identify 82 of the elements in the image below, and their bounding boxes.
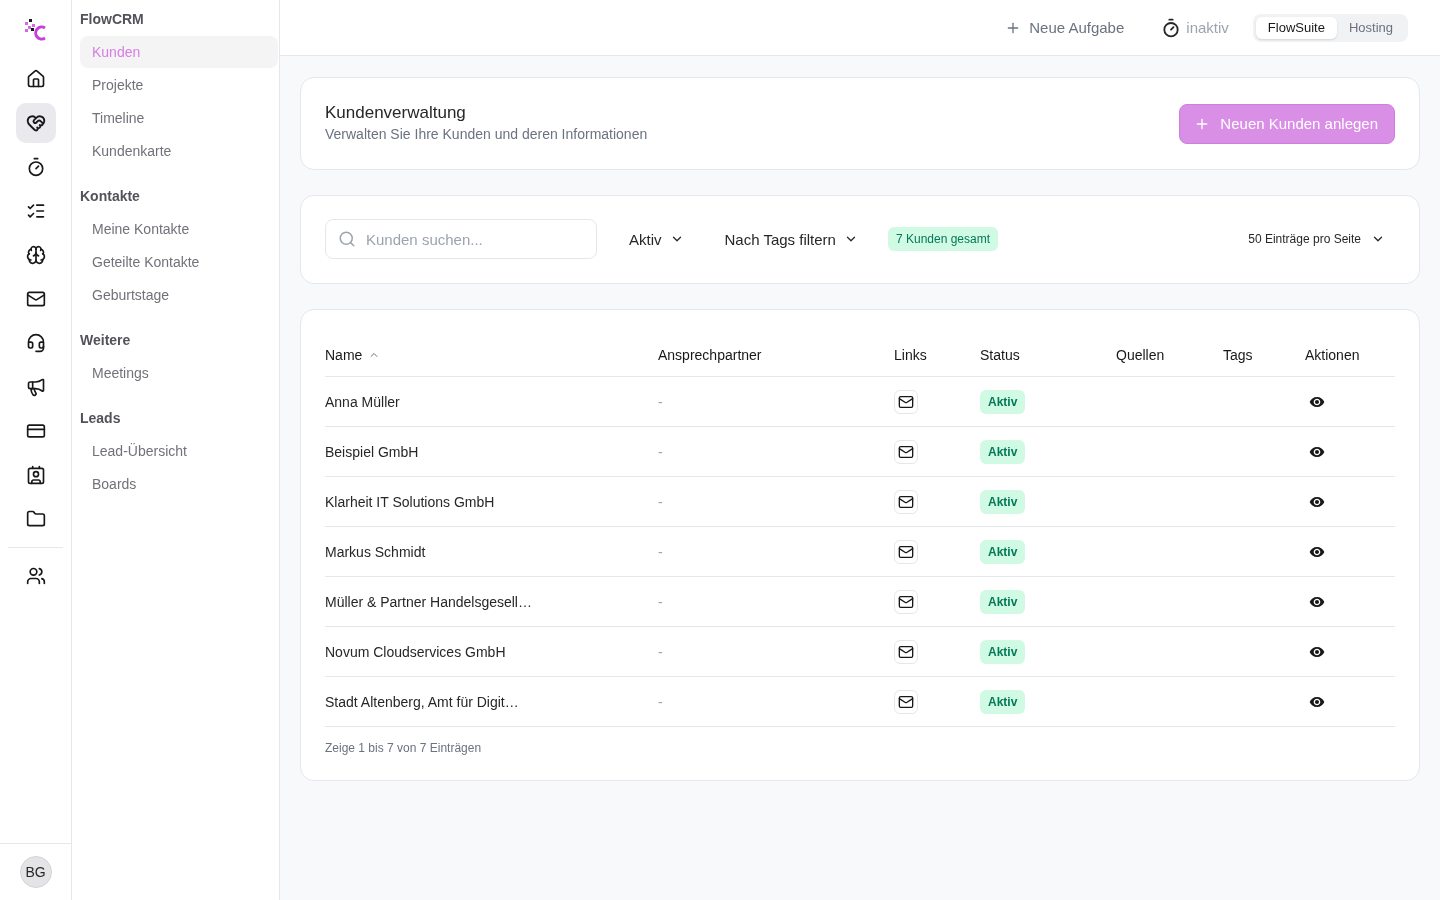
mail-icon — [898, 643, 914, 660]
table-cell: - — [658, 393, 663, 410]
pagination-summary: Zeige 1 bis 7 von 7 Einträgen — [325, 740, 482, 756]
sidebar-item[interactable]: Projekte — [80, 69, 278, 101]
sidebar-item[interactable]: Kundenkarte — [80, 135, 278, 167]
search-field[interactable]: Kunden suchen... — [325, 219, 597, 259]
table-cell: Klarheit IT Solutions GmbH — [325, 493, 495, 510]
status-badge: Aktiv — [980, 639, 1026, 664]
page-size-select[interactable]: 50 Einträge pro Seite — [1248, 232, 1385, 246]
table-cell: - — [658, 543, 663, 560]
page-subtitle: Verwalten Sie Ihre Kunden und deren Informationen — [325, 125, 648, 144]
sidebar-item[interactable]: Timeline — [80, 102, 278, 134]
table-cell: Novum Cloudservices GmbH — [325, 643, 506, 660]
heart-handshake-icon — [25, 113, 46, 133]
table-cell: Stadt Altenberg, Amt für Digit… — [325, 693, 519, 710]
workspace-tab[interactable]: FlowSuite — [1255, 16, 1337, 39]
workspace-tab[interactable]: Hosting — [1336, 16, 1405, 39]
sidebar-item[interactable]: Boards — [80, 468, 278, 500]
mail-icon — [898, 493, 914, 510]
credit-card-icon — [25, 421, 46, 441]
column-header[interactable]: Aktionen — [1305, 346, 1360, 363]
email-link-button[interactable] — [894, 489, 918, 514]
status-badge: Aktiv — [980, 689, 1026, 714]
brain-icon — [25, 245, 46, 265]
table-cell: - — [658, 693, 663, 710]
new-task-button[interactable]: Neue Aufgabe — [1005, 19, 1125, 36]
sidebar-heading: FlowCRM — [80, 10, 144, 29]
page-title: Kundenverwaltung — [325, 102, 466, 124]
sidebar-heading: Kontakte — [80, 187, 140, 206]
table-cell: - — [658, 443, 663, 460]
table-cell: - — [658, 643, 663, 660]
customer-count-badge: 7 Kunden gesamt — [887, 227, 999, 251]
column-header[interactable]: Ansprechpartner — [658, 346, 762, 363]
tag-filter-dropdown[interactable]: Nach Tags filtern — [724, 230, 858, 248]
status-badge: Aktiv — [980, 589, 1026, 614]
headset-icon — [25, 333, 46, 353]
sidebar-item[interactable]: Meetings — [80, 357, 278, 389]
sidebar-item[interactable]: Geteilte Kontakte — [80, 246, 278, 278]
mail-icon — [898, 393, 914, 410]
folder-icon — [25, 509, 46, 529]
column-header[interactable]: Tags — [1223, 346, 1253, 363]
email-link-button[interactable] — [894, 389, 918, 414]
table-cell: - — [658, 493, 663, 510]
email-link-button[interactable] — [894, 439, 918, 464]
table-cell: Müller & Partner Handelsgesell… — [325, 593, 532, 610]
email-link-button[interactable] — [894, 589, 918, 614]
search-icon — [338, 230, 356, 248]
sidebar-heading: Leads — [80, 409, 121, 428]
email-link-button[interactable] — [894, 539, 918, 564]
mail-icon — [898, 543, 914, 560]
user-avatar[interactable]: BG — [19, 856, 52, 888]
email-link-button[interactable] — [894, 689, 918, 714]
column-header[interactable]: Name — [325, 346, 363, 363]
contact-card-icon — [25, 465, 46, 485]
status-badge: Aktiv — [980, 389, 1026, 414]
column-header[interactable]: Quellen — [1116, 346, 1165, 363]
status-badge: Aktiv — [980, 539, 1026, 564]
table-cell: Beispiel GmbH — [325, 443, 419, 460]
table-cell: Anna Müller — [325, 393, 400, 410]
mail-icon — [898, 693, 914, 710]
users-icon — [25, 566, 46, 586]
checklist-icon — [25, 201, 46, 221]
logo-icon — [24, 19, 47, 41]
rail-nav-button[interactable] — [15, 103, 56, 143]
stopwatch-icon — [1161, 17, 1182, 38]
table-cell: Markus Schmidt — [325, 543, 426, 560]
sidebar-item[interactable]: Meine Kontakte — [80, 213, 278, 245]
mail-icon — [898, 593, 914, 610]
mail-icon — [898, 443, 914, 460]
status-badge: Aktiv — [980, 489, 1026, 514]
sidebar-item[interactable]: Lead-Übersicht — [80, 435, 278, 467]
email-link-button[interactable] — [894, 639, 918, 664]
status-badge: Aktiv — [980, 439, 1026, 464]
house-icon — [25, 69, 46, 89]
status-filter-dropdown[interactable]: Aktiv — [629, 230, 684, 248]
sidebar-heading: Weitere — [80, 331, 131, 350]
table-cell: - — [658, 593, 663, 610]
sidebar-item[interactable]: Geburtstage — [80, 279, 278, 311]
column-header[interactable]: Status — [980, 346, 1020, 363]
megaphone-icon — [25, 377, 46, 397]
mail-icon — [25, 289, 46, 309]
column-header[interactable]: Links — [894, 346, 927, 363]
